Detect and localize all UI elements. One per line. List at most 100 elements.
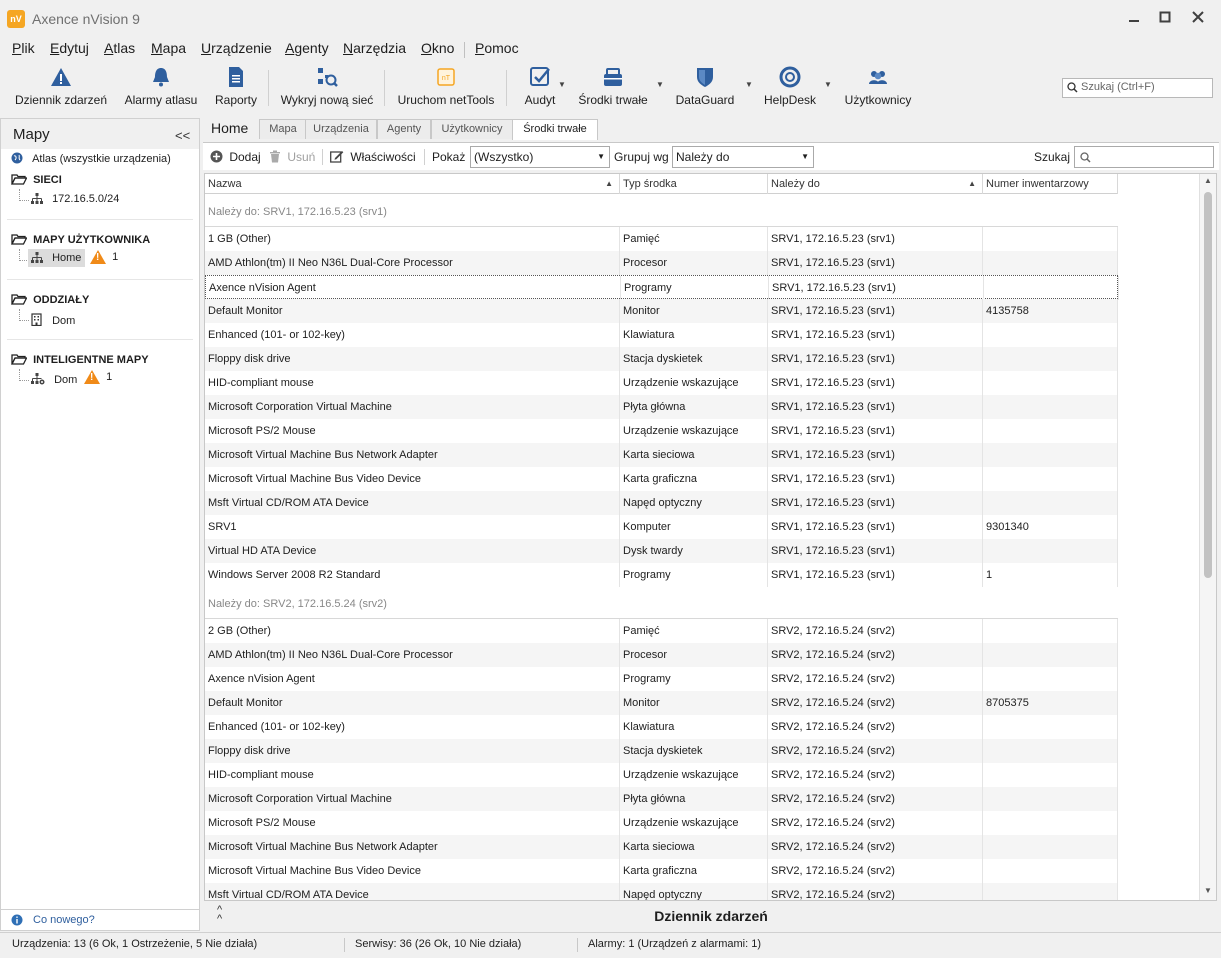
smart-map-dom[interactable]: Dom	[31, 373, 77, 386]
atlas-all-devices[interactable]: Atlas (wszystkie urządzenia)	[11, 152, 171, 165]
minimize-button[interactable]	[1124, 8, 1144, 28]
table-row[interactable]: Default Monitor Monitor SRV1, 172.16.5.23 …	[205, 299, 1118, 323]
group-header-row[interactable]: Należy do: SRV2, 172.16.5.24 (srv2)	[205, 587, 1118, 619]
table-row[interactable]: Msft Virtual CD/ROM ATA Device Napęd opty…	[205, 491, 1118, 515]
table-row[interactable]: Axence nVision Agent Programy SRV1, 172.16…	[205, 275, 1119, 300]
scroll-up-icon[interactable]: ▲	[1204, 176, 1212, 185]
nettools-button[interactable]: nT Uruchom netTools	[394, 66, 498, 112]
users-button[interactable]: Użytkownicy	[842, 66, 914, 112]
table-row[interactable]: Microsoft Corporation Virtual Machine Pły…	[205, 787, 1118, 811]
add-button[interactable]: Dodaj	[210, 150, 261, 164]
reports-button[interactable]: Raporty	[212, 66, 260, 112]
menu-agenty[interactable]: Agenty	[285, 40, 329, 56]
column-header-type[interactable]: Typ środka	[620, 174, 768, 194]
column-header-inventory[interactable]: Numer inwentarzowy	[983, 174, 1118, 194]
menu-plik[interactable]: Plik	[12, 40, 35, 56]
table-row[interactable]: Enhanced (101- or 102-key) Klawiatura SRV1…	[205, 323, 1118, 347]
tab-agents[interactable]: Agenty	[377, 119, 431, 139]
dataguard-label: DataGuard	[675, 93, 735, 107]
cell-asset-type: Karta graficzna	[620, 859, 768, 883]
atlas-alarms-button[interactable]: Alarmy atlasu	[122, 66, 200, 112]
group-smart-maps-label: INTELIGENTNE MAPY	[33, 354, 149, 366]
group-user-maps-label: MAPY UŻYTKOWNIKA	[33, 234, 151, 246]
scroll-down-icon[interactable]: ▼	[1204, 886, 1212, 895]
table-row[interactable]: Windows Server 2008 R2 Standard Programy S…	[205, 563, 1118, 587]
table-row[interactable]: Microsoft PS/2 Mouse Urządzenie wskazując…	[205, 419, 1118, 443]
group-branches[interactable]: ODDZIAŁY	[10, 293, 89, 306]
group-by-select[interactable]: Należy do ▼	[672, 146, 814, 168]
cell-name: AMD Athlon(tm) II Neo N36L Dual-Core Pro…	[205, 643, 620, 667]
menu-edytuj[interactable]: Edytuj	[50, 40, 89, 56]
table-row[interactable]: Microsoft Virtual Machine Bus Network Ad…	[205, 443, 1118, 467]
table-row[interactable]: 2 GB (Other) Pamięć SRV2, 172.16.5.24 (srv…	[205, 619, 1118, 643]
cell-inventory-number	[983, 347, 1118, 371]
branch-dom[interactable]: Dom	[31, 313, 75, 327]
table-row[interactable]: Enhanced (101- or 102-key) Klawiatura SRV2…	[205, 715, 1118, 739]
table-row[interactable]: Microsoft Virtual Machine Bus Video Devi…	[205, 467, 1118, 491]
grid-search-input[interactable]	[1074, 146, 1214, 168]
tab-map[interactable]: Mapa	[259, 119, 307, 139]
global-search-input[interactable]: Szukaj (Ctrl+F)	[1062, 78, 1213, 98]
dataguard-button[interactable]: DataGuard	[672, 66, 738, 112]
menu-narzedzia[interactable]: Narzędzia	[343, 40, 406, 56]
status-bar: Urządzenia: 13 (6 Ok, 1 Ostrzeżenie, 5 N…	[0, 932, 1221, 958]
cell-asset-type: Stacja dyskietek	[620, 739, 768, 763]
table-row[interactable]: HID-compliant mouse Urządzenie wskazujące…	[205, 371, 1118, 395]
table-row[interactable]: 1 GB (Other) Pamięć SRV1, 172.16.5.23 (srv…	[205, 227, 1118, 251]
table-row[interactable]: SRV1 Komputer SRV1, 172.16.5.23 (srv1) 9301…	[205, 515, 1118, 539]
helpdesk-dropdown-icon[interactable]: ▼	[824, 80, 832, 89]
properties-button[interactable]: Właściwości	[330, 150, 416, 164]
column-header-name[interactable]: Nazwa ▲	[205, 174, 620, 194]
menu-atlas[interactable]: Atlas	[104, 40, 135, 56]
table-row[interactable]: Virtual HD ATA Device Dysk twardy SRV1, 17…	[205, 539, 1118, 563]
whats-new-link[interactable]: Co nowego?	[33, 914, 95, 926]
table-row[interactable]: AMD Athlon(tm) II Neo N36L Dual-Core Pro…	[205, 643, 1118, 667]
cell-name: Enhanced (101- or 102-key)	[205, 323, 620, 347]
menu-urzadzenie[interactable]: Urządzenie	[201, 40, 272, 56]
table-row[interactable]: Floppy disk drive Stacja dyskietek SRV1, 1…	[205, 347, 1118, 371]
menu-mapa[interactable]: Mapa	[151, 40, 186, 56]
table-row[interactable]: Floppy disk drive Stacja dyskietek SRV2, 1…	[205, 739, 1118, 763]
table-row[interactable]: Msft Virtual CD/ROM ATA Device Napęd opty…	[205, 883, 1118, 900]
table-row[interactable]: AMD Athlon(tm) II Neo N36L Dual-Core Pro…	[205, 251, 1118, 275]
network-172-16-5-0[interactable]: 172.16.5.0/24	[31, 193, 119, 205]
maximize-button[interactable]	[1155, 8, 1175, 28]
breadcrumb-home[interactable]: Home	[211, 120, 248, 136]
close-button[interactable]	[1188, 8, 1208, 28]
table-row[interactable]: Axence nVision Agent Programy SRV2, 172.16…	[205, 667, 1118, 691]
table-row[interactable]: Microsoft Corporation Virtual Machine Pły…	[205, 395, 1118, 419]
show-filter-select[interactable]: (Wszystko) ▼	[470, 146, 610, 168]
tab-devices[interactable]: Urządzenia	[305, 119, 377, 139]
column-header-owner[interactable]: Należy do ▲	[768, 174, 983, 194]
helpdesk-button[interactable]: HelpDesk	[760, 66, 820, 112]
cell-inventory-number: 1	[983, 563, 1118, 587]
table-row[interactable]: Microsoft Virtual Machine Bus Video Devi…	[205, 859, 1118, 883]
cell-asset-type: Programy	[620, 667, 768, 691]
remove-button[interactable]: Usuń	[269, 150, 315, 164]
table-row[interactable]: Microsoft PS/2 Mouse Urządzenie wskazując…	[205, 811, 1118, 835]
group-networks[interactable]: SIECI	[10, 173, 62, 186]
menu-okno[interactable]: Okno	[421, 40, 454, 56]
scrollbar-thumb[interactable]	[1204, 192, 1212, 578]
user-map-home[interactable]: Home	[28, 249, 86, 267]
tab-users[interactable]: Użytkownicy	[431, 119, 513, 139]
discover-network-button[interactable]: Wykryj nową sieć	[278, 66, 376, 112]
fixed-assets-button[interactable]: Środki trwałe	[574, 66, 652, 112]
group-user-maps[interactable]: MAPY UŻYTKOWNIKA	[10, 233, 151, 246]
table-row[interactable]: Microsoft Virtual Machine Bus Network Ad…	[205, 835, 1118, 859]
vertical-scrollbar[interactable]: ▲ ▼	[1199, 174, 1216, 900]
fixed-assets-dropdown-icon[interactable]: ▼	[656, 80, 664, 89]
group-smart-maps[interactable]: INTELIGENTNE MAPY	[10, 353, 149, 366]
dataguard-dropdown-icon[interactable]: ▼	[745, 80, 753, 89]
tab-fixed-assets[interactable]: Środki trwałe	[512, 119, 598, 140]
event-log-button[interactable]: Dziennik zdarzeń	[14, 66, 108, 112]
collapse-panel-button[interactable]: <<	[175, 128, 190, 143]
fixed-assets-icon	[604, 68, 622, 86]
menu-pomoc[interactable]: Pomoc	[475, 40, 519, 56]
cell-name: Microsoft Virtual Machine Bus Network Ad…	[205, 835, 620, 859]
table-row[interactable]: Default Monitor Monitor SRV2, 172.16.5.24 …	[205, 691, 1118, 715]
group-header-row[interactable]: Należy do: SRV1, 172.16.5.23 (srv1)	[205, 195, 1118, 227]
audit-dropdown-icon[interactable]: ▼	[558, 80, 566, 89]
audit-button[interactable]: Audyt	[520, 66, 560, 112]
table-row[interactable]: HID-compliant mouse Urządzenie wskazujące…	[205, 763, 1118, 787]
